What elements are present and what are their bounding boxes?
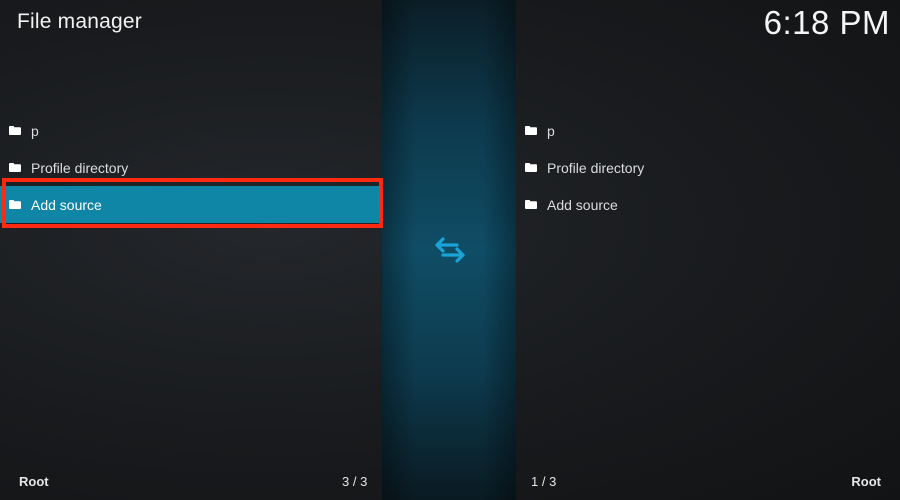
list-item-profile-directory[interactable]: Profile directory: [516, 149, 900, 186]
list-item-label: Add source: [31, 196, 102, 213]
folder-icon: [9, 126, 21, 135]
folder-icon: [525, 163, 537, 172]
left-footer-count: 3 / 3: [342, 474, 368, 489]
left-pane: p Profile directory Add source Root 3 / …: [0, 0, 382, 500]
file-manager-screen: File manager 6:18 PM p Profile directory: [0, 0, 900, 500]
left-footer-path: Root: [19, 474, 49, 489]
list-item-label: p: [547, 122, 555, 139]
left-file-list: p Profile directory Add source: [0, 112, 382, 223]
list-item-p[interactable]: p: [0, 112, 382, 149]
list-item-label: Profile directory: [31, 159, 129, 176]
list-item-label: p: [31, 122, 39, 139]
list-item-add-source[interactable]: Add source: [516, 186, 900, 223]
swap-arrows-icon[interactable]: [433, 236, 467, 264]
right-file-list: p Profile directory Add source: [516, 112, 900, 223]
list-item-label: Profile directory: [547, 159, 645, 176]
list-item-p[interactable]: p: [516, 112, 900, 149]
list-item-label: Add source: [547, 196, 618, 213]
folder-icon: [525, 126, 537, 135]
folder-icon: [9, 163, 21, 172]
folder-icon: [9, 200, 21, 209]
right-pane: p Profile directory Add source: [516, 0, 900, 500]
folder-icon: [525, 200, 537, 209]
right-footer-count: 1 / 3: [531, 474, 557, 489]
list-item-profile-directory[interactable]: Profile directory: [0, 149, 382, 186]
list-item-add-source[interactable]: Add source: [0, 186, 382, 223]
right-footer-path: Root: [851, 474, 881, 489]
